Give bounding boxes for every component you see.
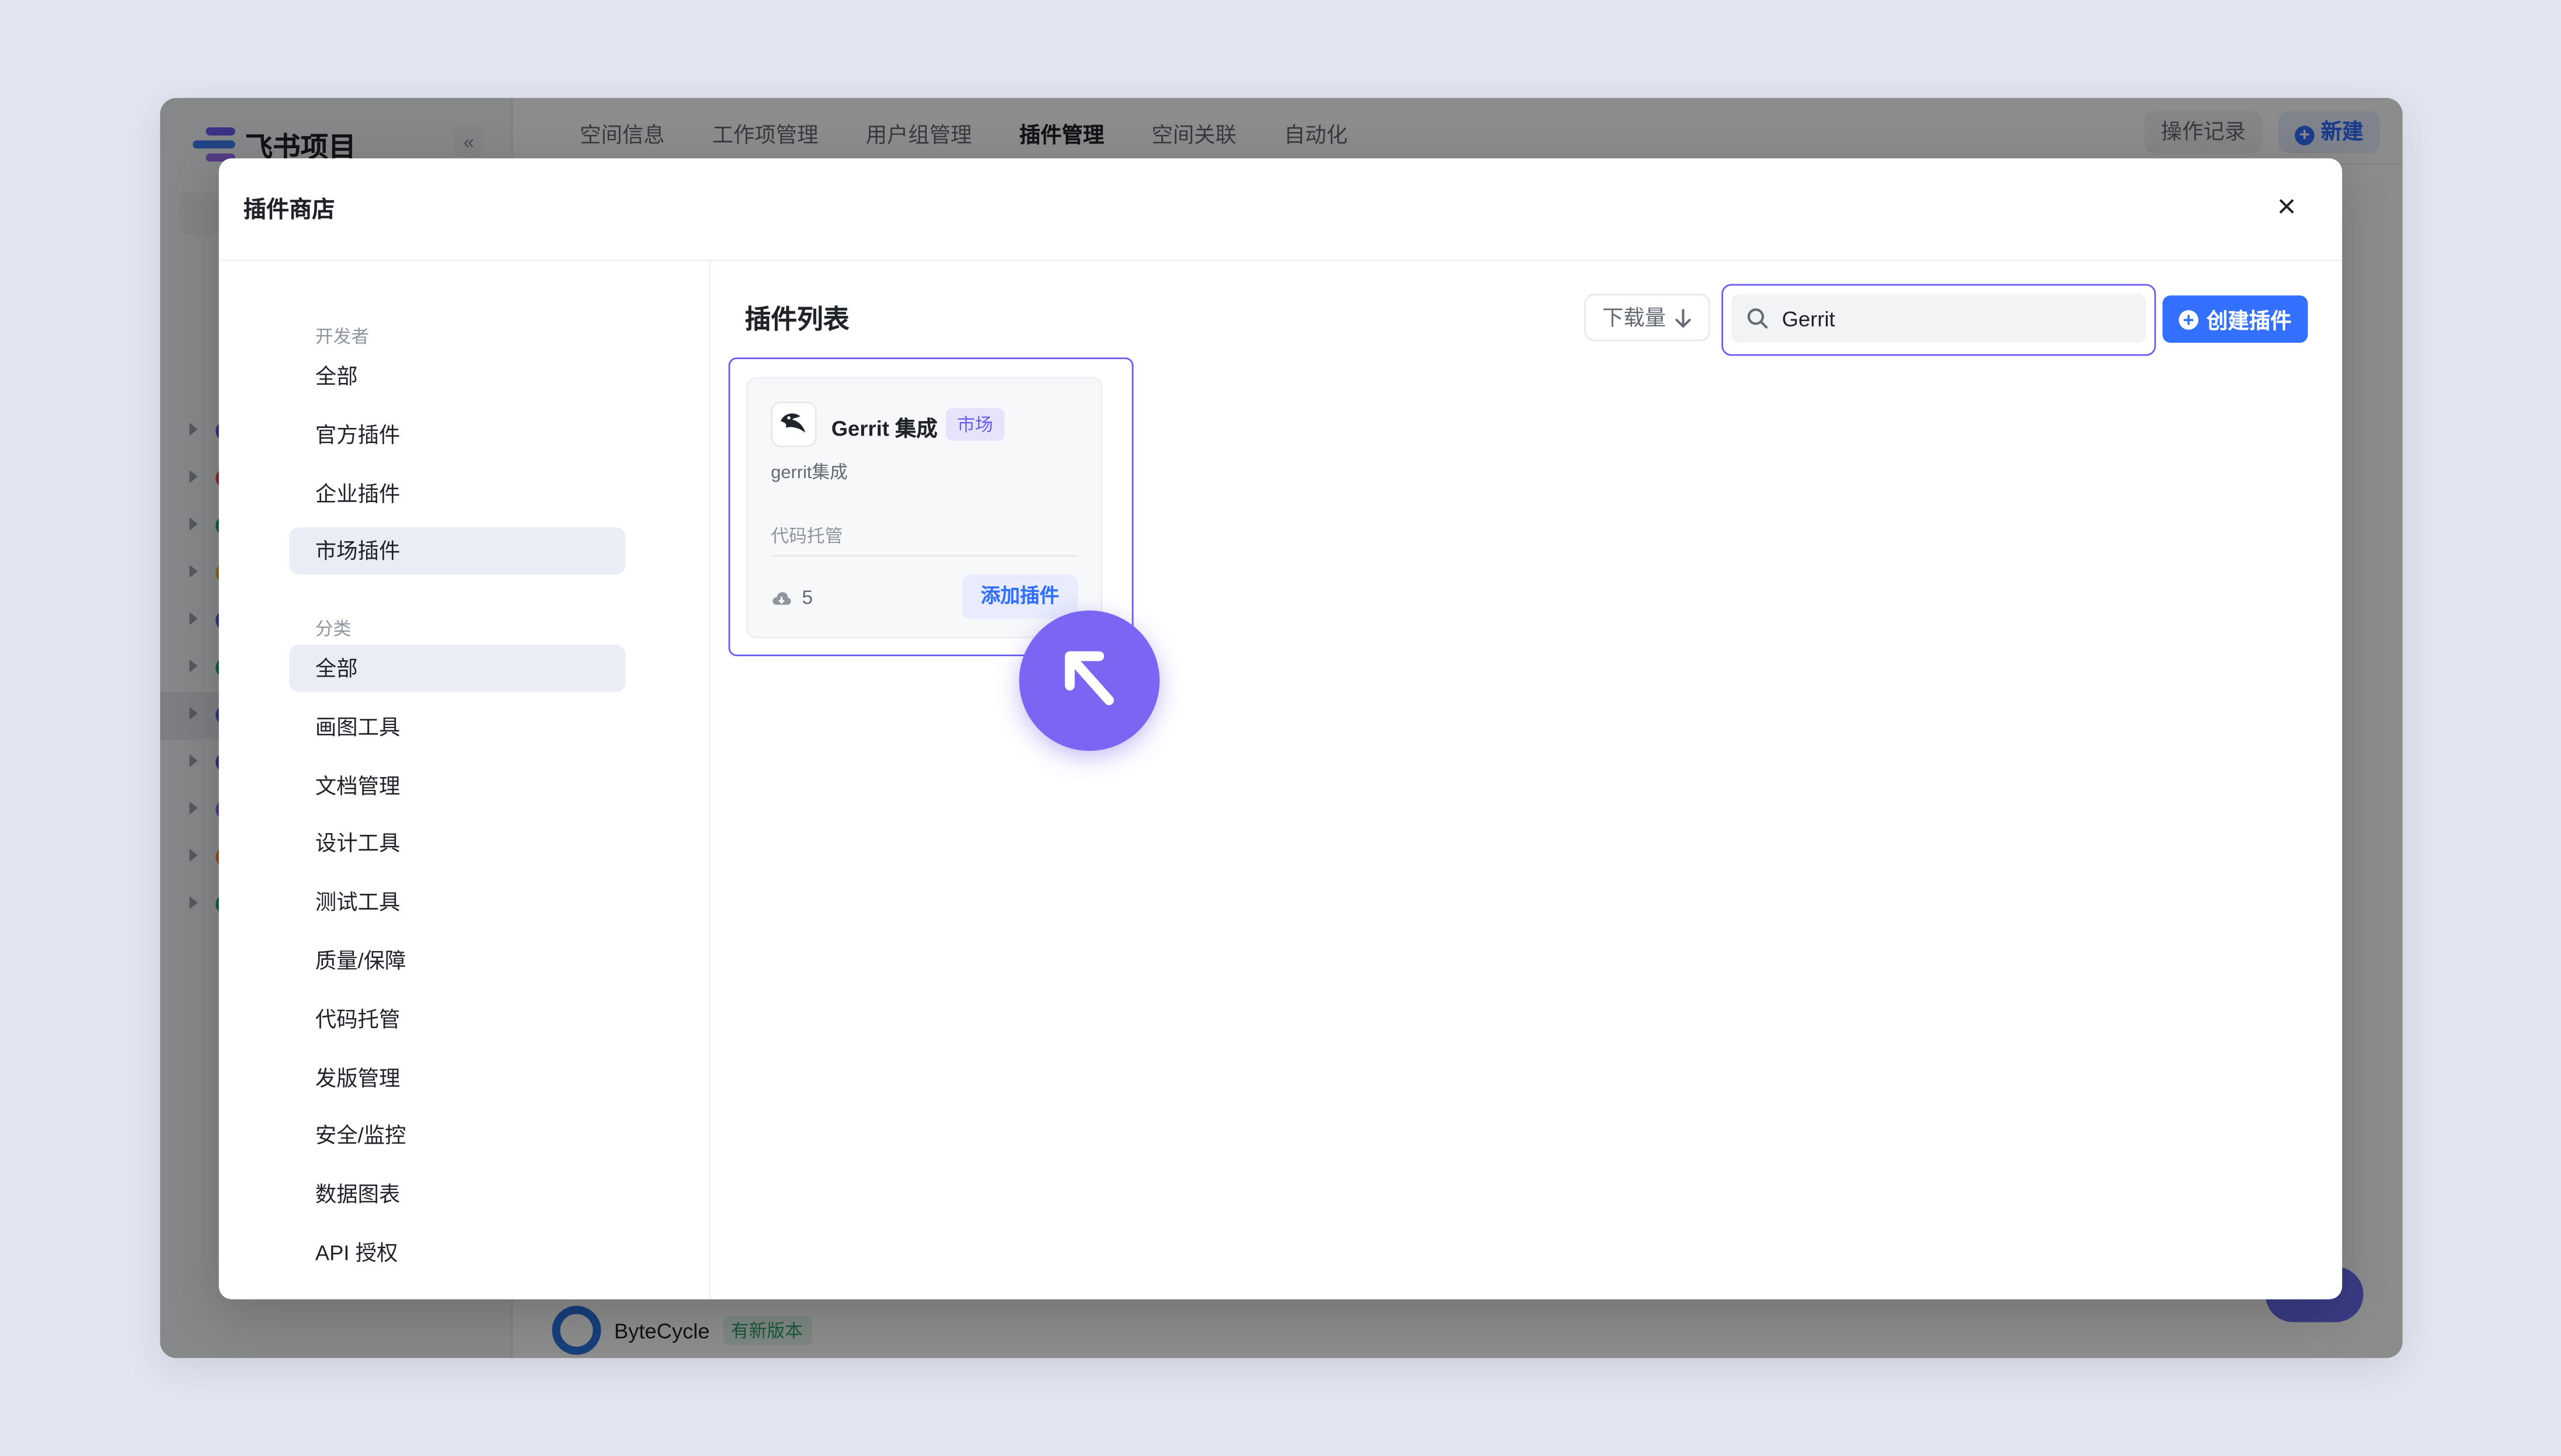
category-filter-item-8[interactable]: 安全/监控	[289, 1112, 625, 1159]
sort-by-downloads-button[interactable]: 下载量	[1584, 294, 1710, 342]
search-icon	[1747, 308, 1768, 329]
cursor-pointer-icon	[1019, 610, 1160, 751]
category-filter-item-2[interactable]: 文档管理	[289, 762, 625, 809]
screen: 飞书项目 « 空间信息 工作项管理 用户组管理 插件管理 空间关联 自动化 操作记录 + 新…	[0, 0, 2561, 1456]
category-filter-item-10[interactable]: API 授权	[289, 1229, 625, 1276]
category-filter-item-7[interactable]: 发版管理	[289, 1054, 625, 1101]
plugin-description: gerrit集成	[771, 464, 848, 483]
developer-group-label: 开发者	[315, 328, 370, 348]
developer-filter-item-2[interactable]: 企业插件	[289, 469, 625, 517]
plugin-list-title: 插件列表	[744, 306, 850, 335]
modal-header: 插件商店 ×	[218, 158, 2343, 262]
plugin-name: Gerrit 集成	[831, 416, 938, 441]
category-group-label: 分类	[315, 620, 352, 640]
plugin-category: 代码托管	[771, 527, 843, 547]
create-plugin-button[interactable]: + 创建插件	[2162, 295, 2308, 343]
search-input[interactable]	[1781, 306, 2109, 331]
category-filter-item-1[interactable]: 画图工具	[289, 703, 625, 751]
plugin-card[interactable]: Gerrit 集成 市场 gerrit集成 代码托管 5 添加插件	[746, 377, 1103, 639]
category-filter-item-9[interactable]: 数据图表	[289, 1171, 625, 1218]
category-filter-item-6[interactable]: 代码托管	[289, 995, 625, 1043]
plugin-list-panel: 插件列表 下载量 + 创建插件 Gerrit 集成 市场	[711, 261, 2342, 1299]
category-filter-item-5[interactable]: 质量/保障	[289, 937, 625, 984]
category-filter-item-4[interactable]: 测试工具	[289, 879, 625, 926]
download-count: 5	[771, 586, 813, 609]
developer-filter-item-1[interactable]: 官方插件	[289, 411, 625, 458]
category-filter-item-3[interactable]: 设计工具	[289, 820, 625, 868]
close-icon[interactable]: ×	[2267, 188, 2306, 227]
sort-label: 下载量	[1602, 305, 1666, 330]
arrow-down-icon	[1675, 308, 1691, 327]
card-divider	[771, 555, 1078, 557]
plus-circle-icon: +	[2179, 309, 2198, 329]
create-plugin-label: 创建插件	[2206, 308, 2292, 333]
plugin-search-box[interactable]	[1731, 294, 2146, 343]
download-count-value: 5	[802, 586, 813, 609]
gerrit-logo-icon	[771, 401, 817, 448]
market-badge: 市场	[945, 408, 1005, 441]
developer-filter-item-0[interactable]: 全部	[289, 353, 625, 400]
category-filter-item-0[interactable]: 全部	[289, 645, 626, 692]
modal-title: 插件商店	[243, 196, 335, 222]
filter-panel: 开发者 全部 官方插件 企业插件 市场插件 分类 全部 画图工具 文档管理 设计工具 测试工具…	[219, 261, 711, 1300]
cloud-download-icon	[773, 591, 791, 604]
plugin-store-modal: 插件商店 × 开发者 全部 官方插件 企业插件 市场插件 分类 全部 画图工具 文档管理设…	[218, 158, 2343, 1300]
developer-filter-item-3[interactable]: 市场插件	[289, 528, 626, 576]
